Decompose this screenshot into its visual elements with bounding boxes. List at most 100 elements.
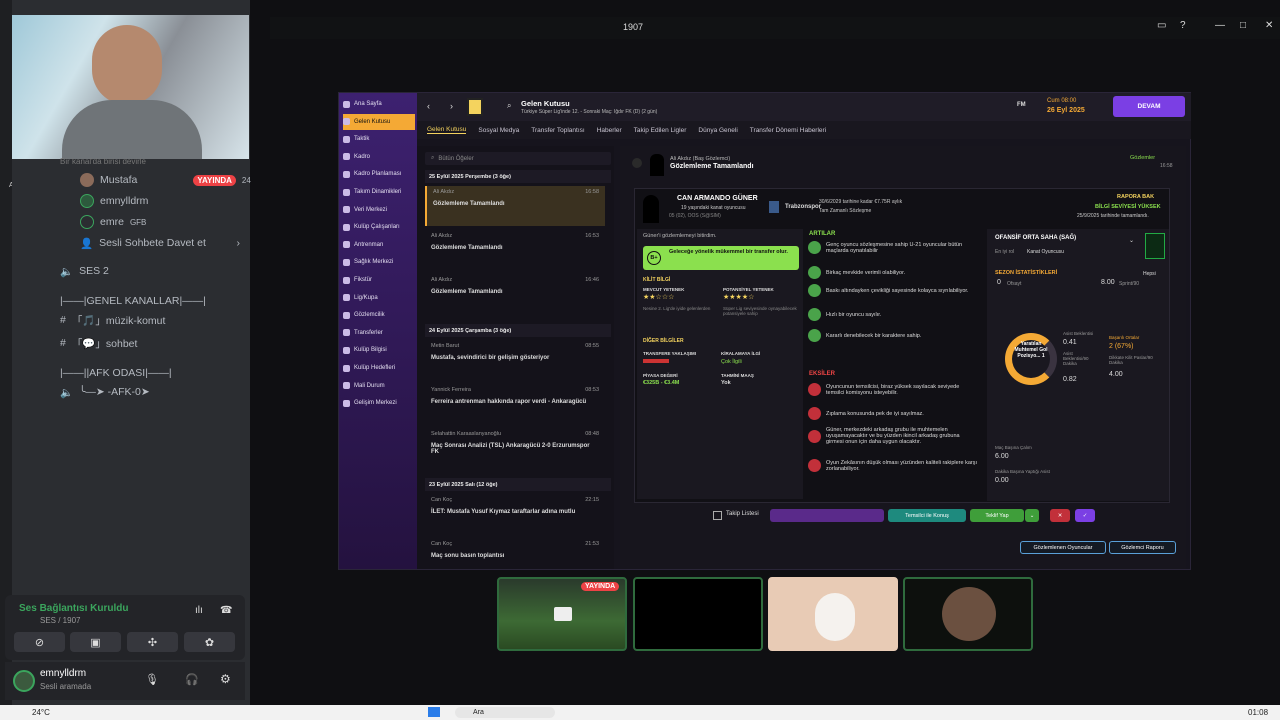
maximize-icon[interactable]: □ (1240, 20, 1246, 31)
inbox-item[interactable]: Can Koç 22:15 İLET: Mustafa Yusuf Kıymaz t… (425, 494, 605, 534)
forward-icon[interactable]: › (450, 101, 453, 111)
offer-dropdown-icon[interactable]: ⌄ (1025, 509, 1039, 522)
inbox-item[interactable]: Ali Akdız 16:46 Gözlemleme Tamamlandı (425, 274, 605, 314)
detail-tag[interactable]: Gözlemler (1130, 155, 1155, 161)
back-icon[interactable]: ‹ (427, 101, 430, 111)
sidebar-item[interactable]: Takım Dinamikleri (343, 184, 415, 200)
season-filter[interactable]: Hepsi (1143, 271, 1156, 277)
avatar[interactable] (13, 670, 35, 692)
scout-report-button[interactable]: Gözlemci Raporu (1109, 541, 1176, 554)
user-status: Sesli aramada (40, 682, 92, 691)
talk-agent-button[interactable]: Temsilci ile Konuş (888, 509, 966, 522)
inbox-item[interactable]: Metin Barut 08:55 Mustafa, sevindirici bir… (425, 340, 605, 380)
inbox-item[interactable]: Selahattin Karaaslanyanoğlu 08:48 Maç Sonr… (425, 428, 605, 468)
voice-member[interactable]: emnylldrm (80, 192, 148, 210)
sidebar-item-icon (343, 206, 350, 214)
inbox-date-header[interactable]: 25 Eylül 2025 Perşembe (3 öğe) (425, 170, 611, 183)
sidebar-item[interactable]: Gelişim Merkezi (343, 395, 415, 411)
scout-action-button[interactable] (770, 509, 884, 522)
screenshare-button[interactable]: ▣ (70, 632, 121, 652)
fm-tab[interactable]: Transfer Dönemi Haberleri (750, 127, 826, 134)
category[interactable]: |——|GENEL KANALLAR|——| (60, 292, 206, 310)
accept-button[interactable]: ✓ (1075, 509, 1095, 522)
soundboard-button[interactable]: ✿ (184, 632, 235, 652)
sidebar-item-label: Gelişim Merkezi (354, 400, 397, 407)
camera-button[interactable]: ⊘ (14, 632, 65, 652)
stream-thumb-game[interactable]: YAYINDA (497, 577, 627, 651)
sidebar-item[interactable]: Kadro Planlaması (343, 166, 415, 182)
fm-tab[interactable]: Dünya Geneli (698, 127, 737, 134)
sidebar-item[interactable]: Taktik (343, 131, 415, 147)
voice-channel[interactable]: 🔈 ╰—➤ -AFK-0➤ (60, 383, 150, 401)
sidebar-item[interactable]: Transferler (343, 325, 415, 341)
invite-voice[interactable]: 👤 Sesli Sohbete Davet et › (80, 234, 240, 252)
fm-tab[interactable]: Haberler (597, 127, 622, 134)
sidebar-item[interactable]: Lig/Kupa (343, 290, 415, 306)
text-channel[interactable]: # 「🎵」müzik-komut (60, 311, 165, 329)
inbox-item[interactable]: Ali Akdız 16:58 Gözlemleme Tamamlandı (425, 186, 605, 226)
fm-tab[interactable]: Sosyal Medya (478, 127, 519, 134)
fm-tab[interactable]: Transfer Toplantısı (531, 127, 584, 134)
sidebar-item-icon (343, 399, 350, 407)
reject-button[interactable]: ✕ (1050, 509, 1070, 522)
minimize-icon[interactable]: — (1215, 20, 1225, 31)
sidebar-item[interactable]: Fikstür (343, 272, 415, 288)
inbox-item[interactable]: Can Koç 21:53 Maç sonu basın toplantısı (425, 538, 605, 578)
sidebar-item[interactable]: Kulüp Hedefleri (343, 360, 415, 376)
inbox-item[interactable]: Yannick Ferreira 08:53 Ferreira antrenman … (425, 384, 605, 424)
scout-silhouette (650, 154, 664, 176)
sidebar-item[interactable]: Ana Sayfa (343, 96, 415, 112)
disconnect-icon[interactable]: ☎ (220, 605, 232, 616)
stream-thumb-blank[interactable] (633, 577, 763, 651)
headphones-icon[interactable]: 🎧 (185, 673, 199, 686)
scouted-players-button[interactable]: Gözlemlenen Oyuncular (1020, 541, 1106, 554)
watchlist-checkbox[interactable] (713, 511, 722, 520)
taskbar-search[interactable]: Ara (455, 707, 555, 718)
start-icon[interactable] (428, 707, 440, 717)
voice-channel[interactable]: 🔈 SES 2 (60, 262, 109, 280)
player-club[interactable]: Trabzonspor (785, 204, 821, 210)
sidebar-item[interactable]: Kulüp Çalışanları (343, 219, 415, 235)
stream-thumb-cat[interactable] (768, 577, 898, 651)
fm-tab[interactable]: Gelen Kutusu (427, 126, 467, 134)
player-name[interactable]: CAN ARMANDO GÜNER (677, 195, 758, 202)
make-offer-button[interactable]: Teklif Yap (970, 509, 1024, 522)
ca-note: Nesine 2. Lig'de iyide gelenlerden (643, 306, 711, 311)
sidebar-item[interactable]: Gözlemcilik (343, 307, 415, 323)
report-link[interactable]: RAPORA BAK (1117, 194, 1154, 200)
sidebar-item[interactable]: Gelen Kutusu (343, 113, 415, 130)
continue-button[interactable]: DEVAM (1113, 96, 1185, 117)
inbox-search[interactable]: ⌕ Bütün Öğeler (425, 152, 611, 165)
sidebar-item[interactable]: Kulüp Bilgisi (343, 342, 415, 358)
viewer-count: 24 (241, 175, 251, 185)
inbox-date-header[interactable]: 24 Eylül 2025 Çarşamba (3 öğe) (425, 324, 611, 337)
stream-thumb-user[interactable] (903, 577, 1033, 651)
voice-member[interactable]: Mustafa YAYINDA 24 (80, 171, 251, 189)
help-icon[interactable]: ? (1180, 20, 1186, 31)
sidebar-item[interactable]: Mali Durum (343, 378, 415, 394)
season-stats-link[interactable]: SEZON İSTATİSTİKLERİ (995, 270, 1057, 276)
text-channel[interactable]: # 「💬」sohbet (60, 334, 137, 352)
mic-icon[interactable]: 🎙 (145, 673, 159, 686)
popout-icon[interactable]: ▭ (1157, 20, 1166, 31)
voice-member[interactable]: emre GFB (80, 213, 146, 231)
sidebar-item[interactable]: Kadro (343, 149, 415, 165)
inbox-time: 21:53 (585, 541, 599, 547)
hash-icon: # (60, 337, 66, 349)
category[interactable]: |——||AFK ODASI|——| (60, 364, 172, 382)
stat5-label: Maç Başına Çalım (995, 445, 1032, 450)
inbox-title: İLET: Mustafa Yusuf Kıymaz taraftarlar a… (431, 509, 576, 515)
inbox-item[interactable]: Ali Akdız 16:53 Gözlemleme Tamamlandı (425, 230, 605, 270)
sidebar-item[interactable]: Sağlık Merkezi (343, 254, 415, 270)
activities-button[interactable]: ✣ (127, 632, 178, 652)
sidebar-item[interactable]: Veri Merkezi (343, 202, 415, 218)
fm-tab[interactable]: Takip Edilen Ligler (634, 127, 687, 134)
close-icon[interactable]: ✕ (1265, 20, 1273, 31)
chevron-down-icon[interactable]: ⌄ (1129, 237, 1134, 244)
sidebar-item[interactable]: Antrenman (343, 237, 415, 253)
signal-icon[interactable]: ılı (195, 605, 203, 616)
inbox-date-header[interactable]: 23 Eylül 2025 Salı (12 öğe) (425, 478, 611, 491)
con-item: Zıplama konusunda pek de iyi sayılmaz. (808, 407, 978, 420)
gear-icon[interactable]: ⚙ (220, 672, 231, 686)
club-crest-icon[interactable] (467, 98, 483, 116)
